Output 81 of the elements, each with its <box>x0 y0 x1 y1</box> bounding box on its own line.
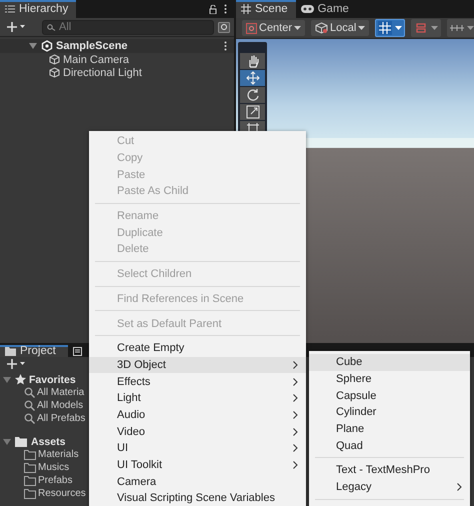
caret-icon <box>294 26 302 30</box>
pivot-icon <box>246 22 257 34</box>
menu-item[interactable]: Cube <box>309 354 470 371</box>
menu-item[interactable]: Cylinder <box>309 404 470 421</box>
menu-item[interactable]: Quad <box>309 437 470 454</box>
view-tab[interactable]: Scene <box>236 0 296 18</box>
ruler-toggle[interactable] <box>447 19 474 37</box>
scale-tool-button[interactable] <box>240 104 265 120</box>
cube-icon <box>49 67 60 78</box>
expand-arrow-icon[interactable] <box>29 43 37 49</box>
add-button[interactable] <box>4 20 28 34</box>
cube-icon <box>49 54 60 65</box>
menu-item[interactable]: Audio <box>89 406 306 424</box>
cube-icon <box>315 22 328 34</box>
rotate-icon <box>246 88 260 102</box>
star-icon <box>15 374 26 385</box>
menu-item[interactable]: UI <box>89 440 306 457</box>
menu-item[interactable]: Create Empty <box>89 340 306 357</box>
tree-group-label[interactable]: Favorites <box>29 374 76 386</box>
caret-icon <box>431 26 438 30</box>
menu-item[interactable]: Camera <box>89 473 306 490</box>
menu-item[interactable]: Plane <box>309 420 470 438</box>
hierarchy-tab[interactable]: Hierarchy <box>0 0 76 18</box>
pivot-dropdown[interactable]: Center <box>242 20 306 36</box>
search-icon <box>24 387 35 398</box>
expand-arrow-icon[interactable] <box>3 376 11 382</box>
folder-icon <box>15 436 28 446</box>
snap-toggle[interactable] <box>411 19 442 37</box>
game-object-label[interactable]: Directional Light <box>63 66 142 78</box>
console-icon <box>72 346 82 356</box>
folder-icon <box>24 462 36 472</box>
caret-icon <box>358 26 366 30</box>
menu-item[interactable]: 3D Object <box>89 356 306 374</box>
caret-icon <box>467 26 474 30</box>
scene-visibility-icon[interactable] <box>218 22 230 32</box>
hand-tool-button[interactable] <box>240 53 265 69</box>
more-icon[interactable] <box>224 41 227 51</box>
scene-name: SampleScene <box>56 40 128 52</box>
scale-icon <box>246 105 260 119</box>
list-icon <box>5 5 15 13</box>
menu-item[interactable]: Capsule <box>309 387 470 404</box>
gamepad-icon <box>300 5 314 13</box>
tree-item-label[interactable]: All Prefabs <box>37 413 86 424</box>
rotate-tool-button[interactable] <box>240 87 265 103</box>
folder-icon <box>24 488 36 498</box>
menu-item[interactable]: UI Toolkit <box>89 456 306 474</box>
scene-row[interactable]: SampleScene <box>0 39 234 53</box>
menu-item[interactable]: Legacy <box>309 478 470 496</box>
unity-scene-icon <box>41 40 53 52</box>
tree-item-label[interactable]: Musics <box>38 462 70 473</box>
menu-item[interactable]: Sphere <box>309 370 470 388</box>
add-button[interactable] <box>4 357 28 371</box>
tree-item-label[interactable]: Materials <box>38 449 79 460</box>
menu-item[interactable]: Light <box>89 390 306 407</box>
folder-icon <box>24 476 36 486</box>
tree-item-label[interactable]: All Models <box>37 400 84 411</box>
folder-icon <box>24 450 36 460</box>
lock-icon[interactable] <box>209 4 217 14</box>
grid-toggle[interactable] <box>375 19 406 37</box>
expand-arrow-icon[interactable] <box>3 438 11 444</box>
menu-item[interactable]: Visual Scripting Scene Variables <box>89 490 306 506</box>
grid-icon <box>241 4 251 14</box>
tree-item-label[interactable]: All Materia <box>37 387 84 398</box>
menu-item[interactable]: Effects <box>89 373 306 390</box>
move-icon <box>246 71 260 85</box>
caret-icon <box>395 26 402 30</box>
tree-item-label[interactable]: Prefabs <box>38 475 72 486</box>
move-tool-button[interactable] <box>240 70 265 86</box>
tree-item-label[interactable]: Resources <box>38 488 86 499</box>
search-icon <box>24 413 35 424</box>
panel-tab[interactable]: Project <box>0 345 68 357</box>
more-icon[interactable] <box>224 4 227 14</box>
space-dropdown[interactable]: Local <box>311 20 370 36</box>
game-object-label[interactable]: Main Camera <box>63 54 130 66</box>
view-tab[interactable]: Game <box>296 0 357 18</box>
tree-group-label[interactable]: Assets <box>31 436 66 448</box>
menu-item[interactable]: Video <box>89 423 306 440</box>
search-field[interactable]: All <box>42 20 214 34</box>
search-icon <box>24 400 35 411</box>
menu-item[interactable]: Text - TextMeshPro <box>309 462 470 479</box>
search-icon <box>47 24 56 30</box>
